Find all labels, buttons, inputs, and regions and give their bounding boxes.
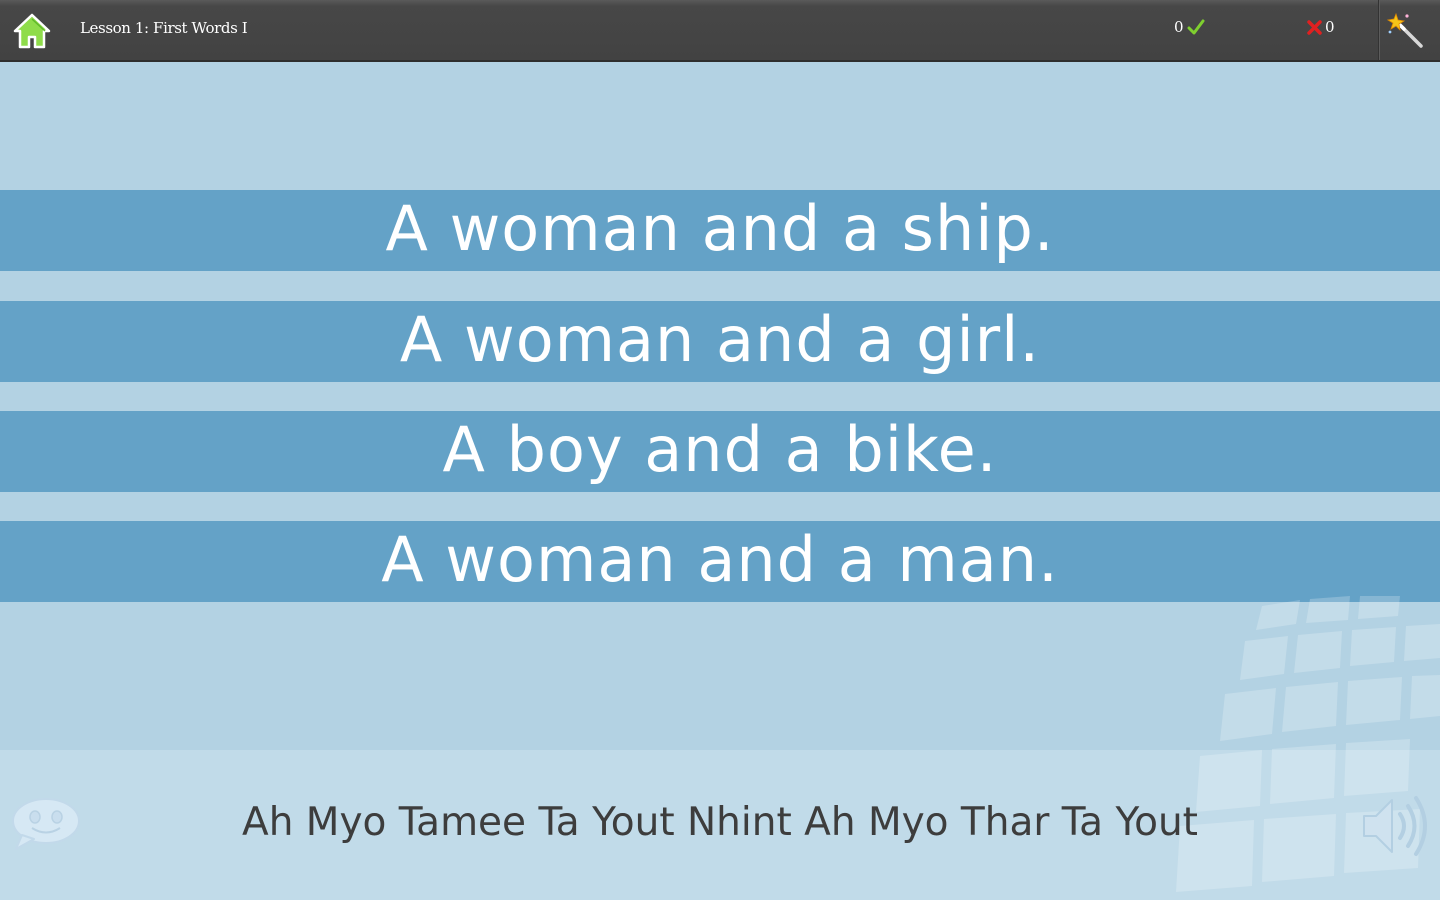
play-sound-button[interactable]: [1358, 790, 1434, 860]
answer-option-3[interactable]: A boy and a bike.: [0, 411, 1440, 492]
magic-wand-button[interactable]: [1378, 0, 1440, 60]
checkmark-icon: [1187, 19, 1205, 35]
correct-score: 0: [1174, 18, 1205, 36]
home-icon: [13, 13, 51, 49]
cross-icon: [1307, 19, 1322, 35]
lesson-title: Lesson 1: First Words I: [80, 19, 248, 37]
speaker-icon: [1363, 796, 1427, 856]
top-bar: Lesson 1: First Words I 0 0: [0, 0, 1440, 62]
answer-option-4[interactable]: A woman and a man.: [0, 521, 1440, 602]
home-button[interactable]: [12, 12, 52, 50]
wrong-count: 0: [1325, 18, 1335, 36]
prompt-phrase: Ah Myo Tamee Ta Yout Nhint Ah Myo Thar T…: [242, 800, 1198, 845]
magic-wand-icon: [1387, 12, 1423, 48]
answer-option-1[interactable]: A woman and a ship.: [0, 190, 1440, 271]
correct-count: 0: [1174, 18, 1184, 36]
wrong-score: 0: [1306, 18, 1335, 36]
answer-option-2[interactable]: A woman and a girl.: [0, 301, 1440, 382]
